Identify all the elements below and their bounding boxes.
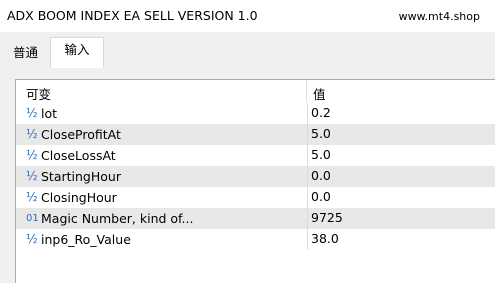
site-url[interactable]: www.mt4.shop (399, 10, 480, 23)
column-divider[interactable] (306, 80, 307, 102)
double-type-icon: ½ (26, 106, 38, 120)
table-row[interactable]: 01 Magic Number, kind of... 9725 (16, 208, 495, 229)
inputs-grid: 可变 值 ½ lot 0.2 ½ CloseProfitAt 5.0 ½ CloseLossA… (15, 79, 495, 283)
integer-type-icon: 01 (26, 213, 39, 224)
table-row[interactable]: ½ lot 0.2 (16, 103, 495, 124)
variable-name[interactable]: CloseProfitAt (41, 127, 121, 142)
column-header-variable[interactable]: 可变 (26, 84, 51, 103)
variable-name[interactable]: ClosingHour (41, 190, 117, 205)
tab-general[interactable]: 普通 (6, 41, 45, 67)
window-title: ADX BOOM INDEX EA SELL VERSION 1.0 (7, 8, 258, 23)
tab-inputs[interactable]: 输入 (50, 37, 104, 69)
variable-value[interactable]: 0.0 (307, 166, 495, 187)
table-row[interactable]: ½ CloseLossAt 5.0 (16, 145, 495, 166)
variable-name[interactable]: CloseLossAt (41, 148, 116, 163)
double-type-icon: ½ (26, 148, 38, 162)
double-type-icon: ½ (26, 127, 38, 141)
table-row[interactable]: ½ inp6_Ro_Value 38.0 (16, 229, 495, 250)
variable-name[interactable]: lot (41, 106, 57, 121)
double-type-icon: ½ (26, 169, 38, 183)
variable-name[interactable]: inp6_Ro_Value (41, 232, 131, 247)
variable-value[interactable]: 5.0 (307, 145, 495, 166)
variable-name[interactable]: StartingHour (41, 169, 121, 184)
variable-value[interactable]: 0.0 (307, 187, 495, 208)
double-type-icon: ½ (26, 190, 38, 204)
variable-value[interactable]: 0.2 (307, 103, 495, 124)
variable-value[interactable]: 38.0 (307, 229, 495, 250)
grid-header: 可变 值 (16, 80, 495, 102)
table-row[interactable]: ½ CloseProfitAt 5.0 (16, 124, 495, 145)
column-header-value[interactable]: 值 (313, 84, 326, 103)
title-bar: ADX BOOM INDEX EA SELL VERSION 1.0 www.m… (0, 0, 495, 32)
tab-strip: 普通 输入 (0, 32, 495, 69)
variable-value[interactable]: 9725 (307, 208, 495, 229)
table-row[interactable]: ½ StartingHour 0.0 (16, 166, 495, 187)
variable-name[interactable]: Magic Number, kind of... (41, 211, 193, 226)
table-row[interactable]: ½ ClosingHour 0.0 (16, 187, 495, 208)
double-type-icon: ½ (26, 232, 38, 246)
variable-value[interactable]: 5.0 (307, 124, 495, 145)
inputs-panel: 可变 值 ½ lot 0.2 ½ CloseProfitAt 5.0 ½ CloseLossA… (0, 68, 495, 283)
